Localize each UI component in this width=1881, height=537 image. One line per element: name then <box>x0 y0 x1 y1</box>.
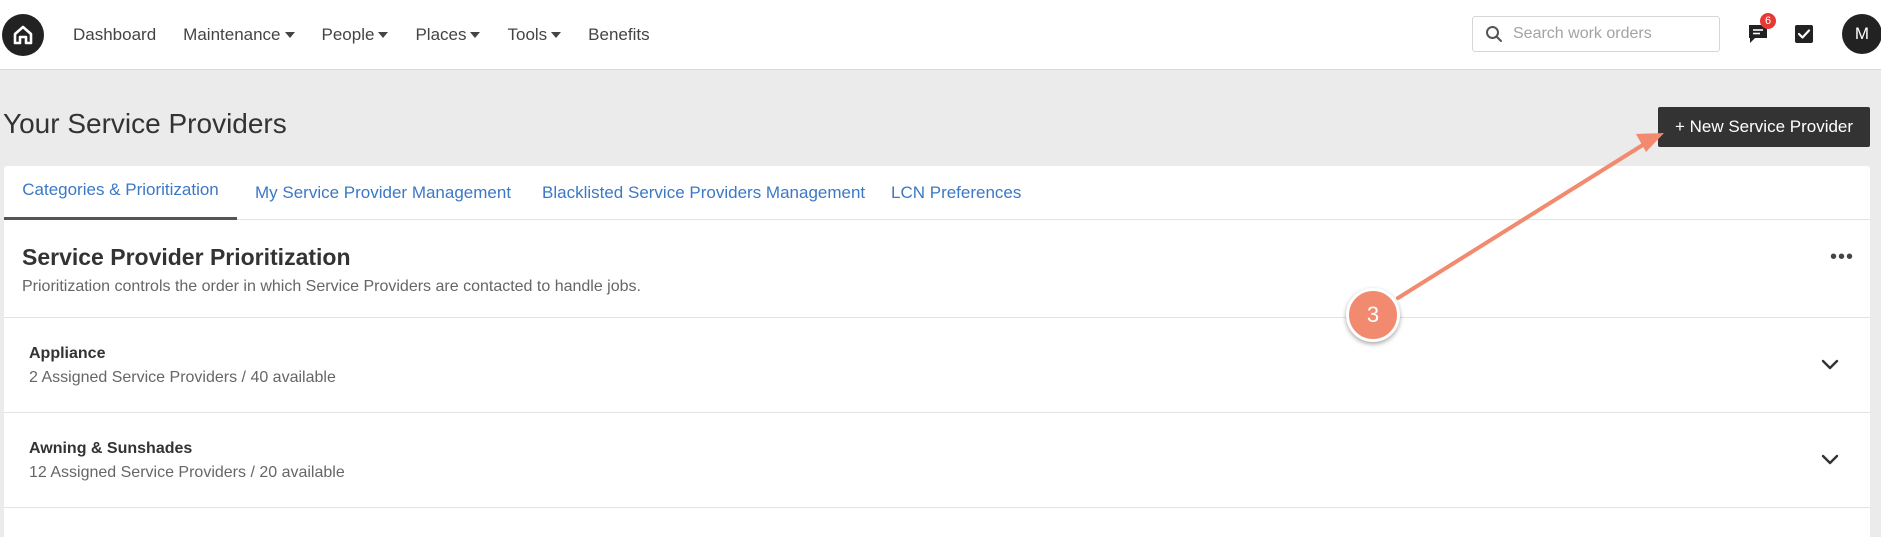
category-name: Awning & Sunshades <box>29 440 193 457</box>
nav-maintenance[interactable]: Maintenance <box>183 25 295 45</box>
search-input[interactable] <box>1513 25 1713 43</box>
section-title: Service Provider Prioritization <box>22 244 351 270</box>
chevron-down-icon[interactable] <box>1820 358 1840 372</box>
prioritization-header: Service Provider Prioritization Prioriti… <box>4 220 1870 318</box>
top-navigation-bar: Dashboard Maintenance People Places Tool… <box>0 0 1881 70</box>
tab-label: Categories & Prioritization <box>22 179 219 199</box>
category-summary: 12 Assigned Service Providers / 20 avail… <box>29 464 345 481</box>
nav-tools-label: Tools <box>507 25 548 44</box>
user-avatar[interactable]: M <box>1842 14 1881 54</box>
caret-down-icon <box>378 32 389 38</box>
home-logo-icon[interactable] <box>2 14 44 56</box>
tab-bar: Categories & Prioritization My Service P… <box>4 166 1870 220</box>
nav-places-label: Places <box>415 25 467 44</box>
nav-dashboard[interactable]: Dashboard <box>73 25 156 45</box>
nav-dashboard-label: Dashboard <box>73 25 157 44</box>
tab-blacklisted-service-providers[interactable]: Blacklisted Service Providers Management <box>542 166 865 220</box>
category-row-appliance[interactable]: Appliance 2 Assigned Service Providers /… <box>4 318 1870 413</box>
page-title: Your Service Providers <box>3 108 287 139</box>
service-provider-card: Categories & Prioritization My Service P… <box>4 166 1870 537</box>
tab-categories-prioritization[interactable]: Categories & Prioritization <box>4 166 237 220</box>
checkbox-icon[interactable] <box>1794 24 1814 44</box>
nav-links: Dashboard Maintenance People Places Tool… <box>73 0 677 70</box>
tab-lcn-preferences[interactable]: LCN Preferences <box>891 166 1021 220</box>
step-number-marker: 3 <box>1346 288 1400 342</box>
nav-tools[interactable]: Tools <box>507 25 562 45</box>
tab-label: LCN Preferences <box>891 183 1022 202</box>
chevron-down-icon[interactable] <box>1820 453 1840 467</box>
new-service-provider-button[interactable]: + New Service Provider <box>1658 107 1870 147</box>
category-summary: 2 Assigned Service Providers / 40 availa… <box>29 369 336 386</box>
tab-my-service-provider-management[interactable]: My Service Provider Management <box>255 166 511 220</box>
category-name: Appliance <box>29 345 106 362</box>
section-description: Prioritization controls the order in whi… <box>22 278 641 295</box>
category-row-awning-sunshades[interactable]: Awning & Sunshades 12 Assigned Service P… <box>4 413 1870 508</box>
nav-people-label: People <box>321 25 375 44</box>
nav-people[interactable]: People <box>322 25 389 45</box>
caret-down-icon <box>470 32 481 38</box>
caret-down-icon <box>551 32 562 38</box>
caret-down-icon <box>284 32 295 38</box>
tab-label: Blacklisted Service Providers Management <box>542 183 866 202</box>
nav-benefits[interactable]: Benefits <box>588 25 649 45</box>
more-options-icon[interactable]: ••• <box>1830 246 1854 269</box>
nav-places[interactable]: Places <box>415 25 481 45</box>
nav-benefits-label: Benefits <box>588 25 650 44</box>
tab-label: My Service Provider Management <box>255 183 512 202</box>
search-box[interactable] <box>1472 16 1720 52</box>
search-icon <box>1486 26 1502 42</box>
nav-maintenance-label: Maintenance <box>183 25 281 44</box>
notification-badge: 6 <box>1760 13 1776 29</box>
